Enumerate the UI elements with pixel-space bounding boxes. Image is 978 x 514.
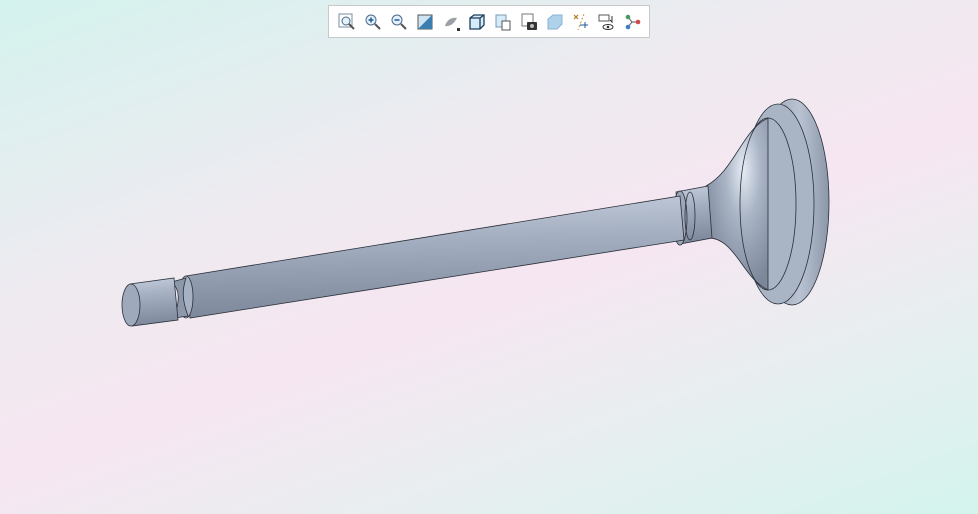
snapshot-icon bbox=[521, 13, 537, 30]
zoom-in-button[interactable] bbox=[360, 9, 386, 35]
annotation-display-button[interactable] bbox=[594, 9, 620, 35]
datum-display-icon bbox=[573, 13, 588, 30]
annotation-display-icon bbox=[598, 14, 614, 30]
valve-model[interactable] bbox=[121, 98, 830, 327]
structure-tree-icon bbox=[625, 14, 641, 29]
display-style-icon bbox=[445, 17, 460, 31]
snapshot-button[interactable] bbox=[516, 9, 542, 35]
structure-tree-button[interactable] bbox=[620, 9, 646, 35]
display-style-button[interactable] bbox=[438, 9, 464, 35]
valve-tip-face bbox=[121, 283, 141, 327]
zoom-fit-button[interactable] bbox=[334, 9, 360, 35]
view-manager-icon bbox=[495, 14, 511, 30]
3d-viewport[interactable] bbox=[0, 0, 978, 514]
saved-views-button[interactable] bbox=[464, 9, 490, 35]
section-view-icon bbox=[417, 14, 433, 29]
datum-display-button[interactable] bbox=[568, 9, 594, 35]
saved-views-icon bbox=[469, 13, 485, 30]
transparency-icon bbox=[547, 14, 563, 29]
zoom-fit-icon bbox=[338, 13, 355, 30]
view-toolbar bbox=[328, 5, 650, 38]
zoom-out-icon bbox=[391, 14, 407, 30]
transparency-button[interactable] bbox=[542, 9, 568, 35]
valve-stem bbox=[185, 195, 685, 319]
valve-fillet bbox=[705, 117, 769, 291]
section-view-button[interactable] bbox=[412, 9, 438, 35]
view-manager-button[interactable] bbox=[490, 9, 516, 35]
zoom-out-button[interactable] bbox=[386, 9, 412, 35]
zoom-in-icon bbox=[365, 14, 381, 30]
